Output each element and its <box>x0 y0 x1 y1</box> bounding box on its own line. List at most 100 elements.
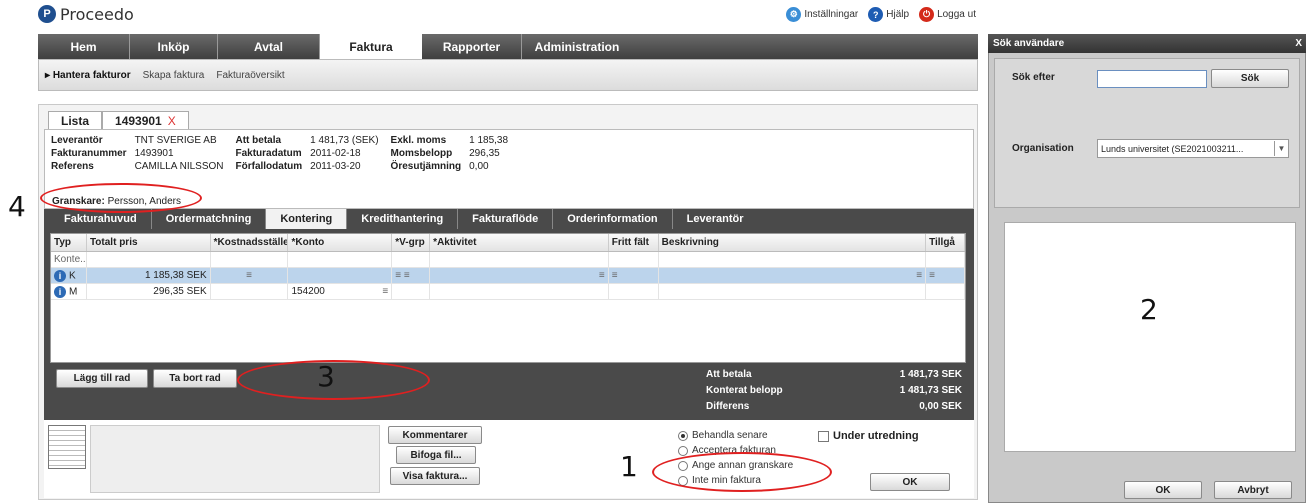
value-exkl-moms: 1 185,38 <box>469 135 509 146</box>
help-icon: ? <box>868 7 884 22</box>
label-fakturadatum: Fakturadatum <box>235 148 302 159</box>
nav-rapporter[interactable]: Rapporter <box>422 34 522 59</box>
ok-button[interactable]: OK <box>870 473 950 491</box>
logout-icon: ⏻ <box>919 7 935 22</box>
tab-kredithantering[interactable]: Kredithantering <box>347 209 459 229</box>
subnav-fakturaoversikt[interactable]: Fakturaöversikt <box>216 70 284 81</box>
nav-faktura[interactable]: Faktura <box>320 34 422 59</box>
tab-ordermatchning[interactable]: Ordermatchning <box>152 209 267 229</box>
annotation-ellipse <box>652 452 832 492</box>
tab-orderinformation[interactable]: Orderinformation <box>553 209 673 229</box>
filter-placeholder[interactable]: Konte... <box>51 252 87 267</box>
grid-header: Typ Totalt pris *Kostnadsställe *Konto *… <box>51 234 965 252</box>
search-input[interactable] <box>1097 70 1207 88</box>
value-momsbelopp: 296,35 <box>469 148 500 159</box>
radio-dot[interactable] <box>678 445 688 456</box>
dialog-cancel-button[interactable]: Avbryt <box>1214 481 1292 499</box>
document-tabs: Lista 1493901 X <box>48 111 189 130</box>
kontering-tabs: Fakturahuvud Ordermatchning Kontering Kr… <box>44 209 974 229</box>
label-exkl-moms: Exkl. moms <box>390 135 447 146</box>
info-icon[interactable]: i <box>54 286 66 298</box>
close-tab-icon[interactable]: X <box>168 114 176 128</box>
preview-area <box>90 425 380 493</box>
nav-avtal[interactable]: Avtal <box>218 34 320 59</box>
nav-administration[interactable]: Administration <box>522 34 632 59</box>
tab-kontering[interactable]: Kontering <box>266 209 348 229</box>
chevron-down-icon[interactable]: ▼ <box>1274 141 1288 156</box>
info-icon[interactable]: i <box>54 270 66 282</box>
help-link[interactable]: ? Hjälp <box>868 7 909 22</box>
dialog-ok-button[interactable]: OK <box>1124 481 1202 499</box>
list-icon[interactable]: ≡ ≡ <box>392 268 431 283</box>
col-beskrivning[interactable]: Beskrivning <box>659 234 927 251</box>
settings-label: Inställningar <box>804 9 859 20</box>
checkbox-box[interactable] <box>818 430 829 442</box>
annotation-number-1: 1 <box>620 450 638 483</box>
subnav-skapa-faktura[interactable]: Skapa faktura <box>143 70 205 81</box>
organisation-select[interactable]: Lunds universitet (SE2021003211... ▼ <box>1097 139 1289 158</box>
col-v-grp[interactable]: *V-grp <box>392 234 431 251</box>
list-icon[interactable]: ≡ <box>926 268 965 283</box>
remove-row-button[interactable]: Ta bort rad <box>153 369 237 388</box>
show-invoice-button[interactable]: Visa faktura... <box>390 467 480 485</box>
logout-link[interactable]: ⏻ Logga ut <box>919 7 976 22</box>
col-tillga[interactable]: Tillgå <box>926 234 965 251</box>
value-forfallodatum: 2011-03-20 <box>310 161 361 172</box>
list-icon[interactable]: ≡ <box>211 268 289 283</box>
col-fritt-falt[interactable]: Fritt fält <box>609 234 659 251</box>
radio-dot[interactable] <box>678 430 688 441</box>
row-konto[interactable] <box>288 268 393 283</box>
summary-differens-label: Differens <box>706 400 750 412</box>
summary: Att betala 1 481,73 SEK Konterat belopp 1 … <box>706 366 962 414</box>
col-kostnadsstalle[interactable]: *Kostnadsställe <box>211 234 289 251</box>
row-pris: 1 185,38 SEK <box>87 268 211 283</box>
value-oresutjamning: 0,00 <box>469 161 489 172</box>
table-row[interactable]: iK 1 185,38 SEK ≡ ≡ ≡ ≡ ≡ ≡ ≡ <box>51 268 965 284</box>
list-icon[interactable]: ≡ <box>659 268 927 283</box>
summary-konterat-label: Konterat belopp <box>706 384 783 396</box>
close-icon[interactable]: X <box>1295 38 1302 49</box>
label-referens: Referens <box>51 161 94 172</box>
list-icon[interactable]: ≡ <box>609 268 659 283</box>
tab-leverantor[interactable]: Leverantör <box>673 209 758 229</box>
col-konto[interactable]: *Konto <box>288 234 393 251</box>
settings-link[interactable]: ⚙ Inställningar <box>786 7 858 22</box>
under-utredning-checkbox[interactable]: Under utredning <box>818 430 919 442</box>
search-label: Sök efter <box>1012 72 1055 83</box>
col-typ[interactable]: Typ <box>51 234 87 251</box>
row-konto[interactable]: 154200 <box>291 286 324 297</box>
comments-button[interactable]: Kommentarer <box>388 426 482 444</box>
summary-differens-value: 0,00 SEK <box>919 400 962 412</box>
invoice-thumbnail[interactable] <box>48 425 86 469</box>
col-aktivitet[interactable]: *Aktivitet <box>430 234 609 251</box>
value-fakturadatum: 2011-02-18 <box>310 148 361 159</box>
search-button[interactable]: Sök <box>1211 69 1289 88</box>
annotation-ellipse <box>40 183 202 213</box>
proceedo-logo-icon: P <box>38 5 56 23</box>
row-typ: M <box>69 286 78 298</box>
main-nav: Hem Inköp Avtal Faktura Rapporter Admini… <box>38 34 978 59</box>
tab-invoice[interactable]: 1493901 X <box>102 111 189 130</box>
app-logo: P Proceedo <box>38 4 134 24</box>
table-row[interactable]: iM 296,35 SEK 154200 ≡ <box>51 284 965 300</box>
help-label: Hjälp <box>886 9 910 20</box>
value-att-betala: 1 481,73 (SEK) <box>310 135 379 146</box>
kontering-grid: Typ Totalt pris *Kostnadsställe *Konto *… <box>50 233 966 363</box>
radio-behandla-senare[interactable]: Behandla senare <box>678 428 793 443</box>
tab-lista[interactable]: Lista <box>48 111 103 130</box>
summary-att-betala-value: 1 481,73 SEK <box>899 368 962 380</box>
list-icon[interactable]: ≡ <box>430 268 609 283</box>
nav-hem[interactable]: Hem <box>38 34 130 59</box>
annotation-number-4: 4 <box>8 190 26 223</box>
col-totalt-pris[interactable]: Totalt pris <box>87 234 211 251</box>
attach-file-button[interactable]: Bifoga fil... <box>396 446 476 464</box>
label-forfallodatum: Förfallodatum <box>235 161 303 172</box>
grid-filter-row[interactable]: Konte... <box>51 252 965 268</box>
annotation-number-3: 3 <box>317 360 335 393</box>
subnav-hantera-fakturor[interactable]: ▸ Hantera fakturor <box>45 70 131 81</box>
add-row-button[interactable]: Lägg till rad <box>56 369 148 388</box>
tab-fakturaflode[interactable]: Fakturaflöde <box>458 209 554 229</box>
value-referens: CAMILLA NILSSON <box>134 161 224 172</box>
nav-inkop[interactable]: Inköp <box>130 34 218 59</box>
list-icon[interactable]: ≡ <box>382 286 388 297</box>
